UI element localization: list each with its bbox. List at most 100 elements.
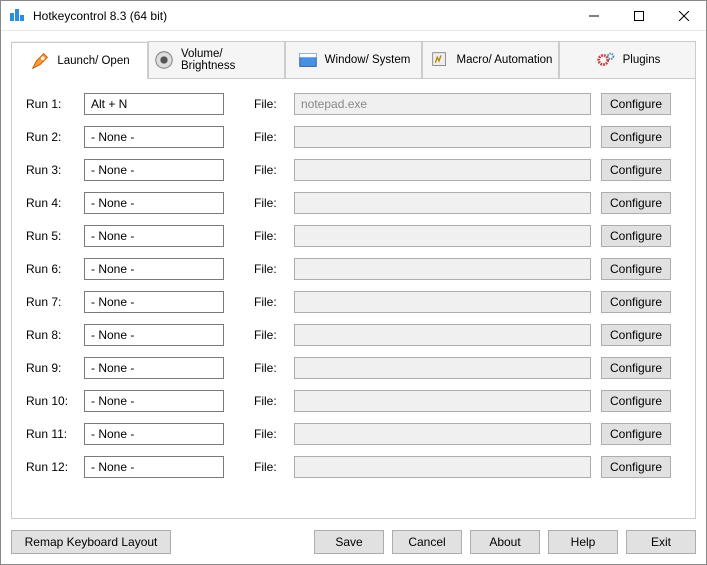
file-input[interactable] xyxy=(294,159,591,181)
configure-button[interactable]: Configure xyxy=(601,324,671,346)
file-label: File: xyxy=(254,163,284,177)
run-row: Run 2: File: Configure xyxy=(26,126,671,148)
tab-label: Window/ System xyxy=(325,54,411,66)
minimize-button[interactable] xyxy=(571,1,616,30)
file-label: File: xyxy=(254,328,284,342)
speaker-icon xyxy=(153,49,175,71)
window-controls xyxy=(571,1,706,30)
file-input[interactable] xyxy=(294,324,591,346)
configure-button[interactable]: Configure xyxy=(601,258,671,280)
close-button[interactable] xyxy=(661,1,706,30)
file-input[interactable] xyxy=(294,390,591,412)
about-button[interactable]: About xyxy=(470,530,540,554)
configure-button[interactable]: Configure xyxy=(601,390,671,412)
configure-button[interactable]: Configure xyxy=(601,159,671,181)
tab-volume-brightness[interactable]: Volume/ Brightness xyxy=(148,41,285,78)
run-label: Run 4: xyxy=(26,196,74,210)
hotkey-input[interactable] xyxy=(84,291,224,313)
configure-button[interactable]: Configure xyxy=(601,291,671,313)
run-row: Run 5: File: Configure xyxy=(26,225,671,247)
configure-button[interactable]: Configure xyxy=(601,192,671,214)
file-input[interactable] xyxy=(294,357,591,379)
file-label: File: xyxy=(254,361,284,375)
run-label: Run 6: xyxy=(26,262,74,276)
file-label: File: xyxy=(254,130,284,144)
app-window: Hotkeycontrol 8.3 (64 bit) Launch/ Open … xyxy=(0,0,707,565)
file-input[interactable] xyxy=(294,258,591,280)
file-label: File: xyxy=(254,460,284,474)
run-row: Run 1: File: Configure xyxy=(26,93,671,115)
file-label: File: xyxy=(254,229,284,243)
hotkey-input[interactable] xyxy=(84,258,224,280)
run-row: Run 9: File: Configure xyxy=(26,357,671,379)
file-label: File: xyxy=(254,262,284,276)
hotkey-input[interactable] xyxy=(84,225,224,247)
hotkey-input[interactable] xyxy=(84,357,224,379)
hotkey-input[interactable] xyxy=(84,423,224,445)
run-label: Run 10: xyxy=(26,394,74,408)
configure-button[interactable]: Configure xyxy=(601,93,671,115)
run-label: Run 9: xyxy=(26,361,74,375)
cancel-button[interactable]: Cancel xyxy=(392,530,462,554)
tab-launch-open[interactable]: Launch/ Open xyxy=(11,42,148,79)
hotkey-input[interactable] xyxy=(84,126,224,148)
run-row: Run 3: File: Configure xyxy=(26,159,671,181)
run-label: Run 3: xyxy=(26,163,74,177)
file-input[interactable] xyxy=(294,456,591,478)
run-row: Run 8: File: Configure xyxy=(26,324,671,346)
hotkey-input[interactable] xyxy=(84,159,224,181)
file-label: File: xyxy=(254,394,284,408)
file-input[interactable] xyxy=(294,192,591,214)
file-label: File: xyxy=(254,427,284,441)
run-row: Run 7: File: Configure xyxy=(26,291,671,313)
configure-button[interactable]: Configure xyxy=(601,357,671,379)
save-button[interactable]: Save xyxy=(314,530,384,554)
rocket-icon xyxy=(29,50,51,72)
tab-label: Plugins xyxy=(623,54,661,66)
run-label: Run 12: xyxy=(26,460,74,474)
run-row: Run 10: File: Configure xyxy=(26,390,671,412)
file-input[interactable] xyxy=(294,225,591,247)
run-label: Run 8: xyxy=(26,328,74,342)
file-input[interactable] xyxy=(294,291,591,313)
maximize-button[interactable] xyxy=(616,1,661,30)
file-input[interactable] xyxy=(294,126,591,148)
configure-button[interactable]: Configure xyxy=(601,225,671,247)
file-label: File: xyxy=(254,97,284,111)
run-label: Run 5: xyxy=(26,229,74,243)
hotkey-input[interactable] xyxy=(84,93,224,115)
run-list[interactable]: Run 1: File: Configure Run 2: File: Configure… xyxy=(26,93,671,504)
macro-icon xyxy=(429,49,451,71)
tab-strip: Launch/ Open Volume/ Brightness Window/ … xyxy=(11,41,696,79)
hotkey-input[interactable] xyxy=(84,324,224,346)
window-icon xyxy=(297,49,319,71)
configure-button[interactable]: Configure xyxy=(601,126,671,148)
configure-button[interactable]: Configure xyxy=(601,456,671,478)
tab-macro-automation[interactable]: Macro/ Automation xyxy=(422,41,559,78)
hotkey-input[interactable] xyxy=(84,390,224,412)
exit-button[interactable]: Exit xyxy=(626,530,696,554)
hotkey-input[interactable] xyxy=(84,192,224,214)
configure-button[interactable]: Configure xyxy=(601,423,671,445)
help-button[interactable]: Help xyxy=(548,530,618,554)
tab-label: Volume/ Brightness xyxy=(181,48,280,72)
remap-keyboard-button[interactable]: Remap Keyboard Layout xyxy=(11,530,171,554)
tab-window-system[interactable]: Window/ System xyxy=(285,41,422,78)
tab-plugins[interactable]: Plugins xyxy=(559,41,696,78)
run-label: Run 1: xyxy=(26,97,74,111)
content-panel: Run 1: File: Configure Run 2: File: Configure… xyxy=(11,79,696,519)
hotkey-input[interactable] xyxy=(84,456,224,478)
run-row: Run 11:File:Configure xyxy=(26,423,671,445)
file-label: File: xyxy=(254,196,284,210)
tab-label: Launch/ Open xyxy=(57,55,129,67)
window-title: Hotkeycontrol 8.3 (64 bit) xyxy=(33,9,571,23)
file-input[interactable] xyxy=(294,93,591,115)
titlebar[interactable]: Hotkeycontrol 8.3 (64 bit) xyxy=(1,1,706,31)
tab-label: Macro/ Automation xyxy=(457,54,553,66)
run-label: Run 2: xyxy=(26,130,74,144)
run-label: Run 7: xyxy=(26,295,74,309)
bottom-toolbar: Remap Keyboard Layout Save Cancel About … xyxy=(11,530,696,554)
run-row: Run 4: File: Configure xyxy=(26,192,671,214)
file-input[interactable] xyxy=(294,423,591,445)
file-label: File: xyxy=(254,295,284,309)
